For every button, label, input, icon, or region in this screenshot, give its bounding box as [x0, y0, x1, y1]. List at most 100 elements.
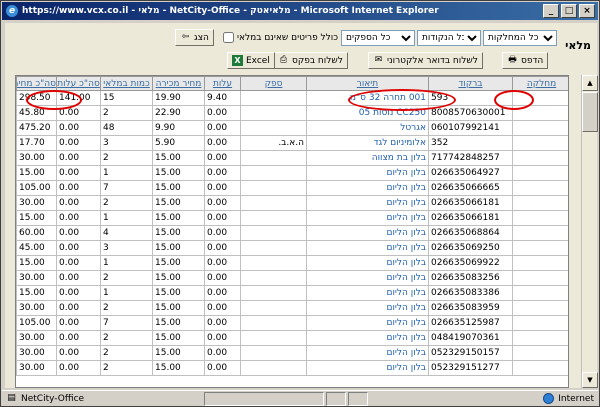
show-button[interactable]: ⇦ הצג [175, 29, 214, 46]
column-header[interactable]: ספק [240, 76, 307, 91]
fax-icon: ⎙ [279, 55, 288, 65]
table-cell: 298.50 [16, 90, 57, 106]
title-bar[interactable]: e https://www.vcx.co.il - מלאי - NetCity… [2, 2, 598, 20]
ie-logo-icon: e [6, 5, 18, 17]
table-cell: 1 [100, 255, 153, 271]
table-cell: 15.00 [152, 330, 205, 346]
zone-label: Internet [558, 393, 594, 404]
table-cell: 0.00 [204, 330, 241, 346]
table-cell: 3 [100, 135, 153, 151]
item-link[interactable]: בלון הליום [306, 225, 429, 241]
table-cell: 0.00 [56, 105, 101, 121]
table-cell [512, 360, 568, 376]
table-row: 593 001 תחרה 32 ס"מ 9.40 19.90 15 141.00 298.5… [16, 90, 568, 106]
vertical-scrollbar[interactable]: ▲ ▼ [581, 75, 598, 388]
table-cell: 4 [100, 225, 153, 241]
table-cell: 052329151277 [428, 360, 513, 376]
include-zero-checkbox[interactable] [223, 32, 234, 43]
table-cell [512, 240, 568, 256]
column-header[interactable]: סה"כ מחירה [16, 76, 57, 91]
column-header[interactable]: תיאור [306, 76, 429, 91]
item-link[interactable]: CC250 נוסות 05 [306, 105, 429, 121]
table-cell: 0.00 [56, 285, 101, 301]
item-link[interactable]: בלון הליום [306, 330, 429, 346]
column-header[interactable]: מחלקה [512, 76, 568, 91]
table-cell: 17.70 [16, 135, 57, 151]
table-cell: 0.00 [204, 135, 241, 151]
item-link[interactable]: בלון הליום [306, 180, 429, 196]
order-button[interactable]: ⎙ לשלוח בפקס [273, 52, 348, 69]
item-link[interactable]: בלון הליום [306, 285, 429, 301]
table-cell: 15.00 [152, 165, 205, 181]
table-body: 593 001 תחרה 32 ס"מ 9.40 19.90 15 141.00 298.5… [16, 90, 568, 376]
table-cell: 352 [428, 135, 513, 151]
column-header[interactable]: כמות במלאי [100, 76, 153, 91]
minimize-button[interactable]: _ [543, 4, 559, 18]
window-title: https://www.vcx.co.il - מלאי - NetCity-O… [22, 6, 439, 16]
table-cell: 15.00 [16, 210, 57, 226]
table-cell: 0.00 [56, 300, 101, 316]
item-link[interactable]: בלון הליום [306, 360, 429, 376]
item-link[interactable]: בלון הליום [306, 270, 429, 286]
table-cell: 3 [100, 240, 153, 256]
close-button[interactable]: × [579, 4, 595, 18]
table-cell: 026635066181 [428, 195, 513, 211]
scroll-thumb[interactable] [582, 92, 598, 132]
scroll-down-arrow-icon[interactable]: ▼ [582, 372, 598, 388]
table-cell: 0.00 [204, 150, 241, 166]
status-cell [348, 391, 368, 406]
table-cell: 0.00 [56, 210, 101, 226]
email-button[interactable]: ✉ לשלוח בדואר אלקטרוני [368, 52, 483, 69]
item-link[interactable]: בלון הליום [306, 345, 429, 361]
item-link[interactable]: בלון בת מצווה [306, 150, 429, 166]
table-cell [240, 360, 307, 376]
table-cell: ה.א.ב. [240, 135, 307, 151]
table-row: 052329151277 בלון הליום 0.00 15.00 2 0.00 30.0… [16, 360, 568, 376]
zone-indicator: Internet [543, 393, 594, 404]
table-row: 026635083386 בלון הליום 0.00 15.00 1 0.00 15.0… [16, 285, 568, 301]
table-cell: 0.00 [56, 270, 101, 286]
table-cell [512, 210, 568, 226]
excel-button[interactable]: X Excel [227, 52, 275, 69]
table-cell: 2 [100, 270, 153, 286]
scroll-up-arrow-icon[interactable]: ▲ [582, 75, 598, 91]
column-header[interactable]: ברקוד [428, 76, 513, 91]
table-cell: 45.00 [16, 240, 57, 256]
print-button[interactable]: 🖶 הדפס [502, 52, 549, 69]
column-header[interactable]: מחיר מכירה [152, 76, 205, 91]
points-select[interactable]: כל הנקודות [417, 30, 481, 46]
item-link[interactable]: בלון הליום [306, 210, 429, 226]
item-link[interactable]: 001 תחרה 32 ס"מ [306, 90, 429, 106]
item-link[interactable]: אלומיניום לגד [306, 135, 429, 151]
table-header-row: מחלקה ברקוד תיאור ספק עלות מחיר מכירה כמות במל… [16, 76, 568, 91]
item-link[interactable]: בלון הליום [306, 315, 429, 331]
maximize-button[interactable]: □ [561, 4, 577, 18]
table-cell [240, 165, 307, 181]
table-cell: 0.00 [204, 120, 241, 136]
table-cell: 9.90 [152, 120, 205, 136]
item-link[interactable]: בלון הליום [306, 300, 429, 316]
column-header[interactable]: עלות [204, 76, 241, 91]
supplier-select[interactable]: כל הספקים [341, 30, 415, 46]
item-link[interactable]: בלון הליום [306, 240, 429, 256]
table-row: 026635064927 בלון הליום 0.00 15.00 1 0.00 15.0… [16, 165, 568, 181]
table-cell: 30.00 [16, 345, 57, 361]
table-cell: 0.00 [204, 300, 241, 316]
item-link[interactable]: בלון הליום [306, 165, 429, 181]
table-cell: 026635083959 [428, 300, 513, 316]
item-link[interactable]: אגרטל [306, 120, 429, 136]
table-cell: 026635066181 [428, 210, 513, 226]
table-cell: 026635125987 [428, 315, 513, 331]
item-link[interactable]: בלון הליום [306, 195, 429, 211]
table-cell [240, 240, 307, 256]
table-row: 026635069922 בלון הליום 0.00 15.00 1 0.00 15.0… [16, 255, 568, 271]
department-select[interactable]: כל המחלקות [483, 30, 557, 46]
item-link[interactable]: בלון הליום [306, 255, 429, 271]
table-cell: 5.90 [152, 135, 205, 151]
column-header[interactable]: סה"כ עלות [56, 76, 101, 91]
table-cell: 048419070361 [428, 330, 513, 346]
table-cell: 593 [428, 90, 513, 106]
table-cell: 1 [100, 210, 153, 226]
include-zero-checkbox-wrap[interactable]: כולל פריטים שאינם במלאי [223, 32, 338, 43]
globe-icon [543, 393, 555, 404]
